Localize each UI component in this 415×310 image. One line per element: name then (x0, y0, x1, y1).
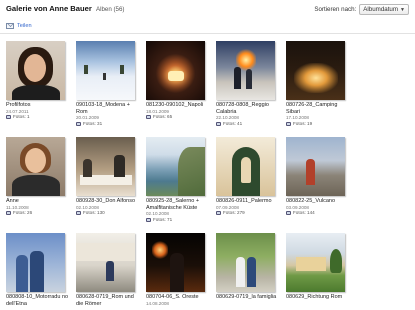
gallery-header: Galerie von Anne Bauer Alben (56) Sortie… (6, 4, 409, 18)
sort-label: Sortieren nach: (314, 6, 357, 13)
album-name[interactable]: 080704-06_S. Oreste (146, 294, 212, 301)
album-thumbnail[interactable] (216, 41, 275, 100)
album-card[interactable]: 080629_Richtung Rom (286, 233, 350, 301)
album-card[interactable]: 080726-28_Camping Sibari 17.10.2008 Foto… (286, 41, 350, 127)
album-thumbnail[interactable] (146, 41, 205, 100)
album-photo-count: Fotos: 26 (6, 210, 70, 216)
sort-select[interactable]: Albumdatum ▼ (359, 4, 409, 15)
album-thumbnail[interactable] (286, 137, 345, 196)
gallery-title: Galerie von Anne Bauer (6, 4, 92, 13)
photo-icon (146, 217, 151, 222)
photo-count-text: Fotos: 19 (293, 120, 313, 126)
photo-icon (216, 211, 221, 216)
chevron-down-icon: ▼ (400, 6, 405, 13)
page-title: Galerie von Anne Bauer Alben (56) (6, 4, 125, 13)
album-photo-count: Fotos: 19 (286, 121, 350, 127)
photo-count-text: Fotos: 130 (83, 210, 105, 216)
sort-control: Sortieren nach: Albumdatum ▼ (314, 4, 409, 15)
album-card[interactable]: 080925-28_Salerno + Amalfitanische Küste… (146, 137, 210, 223)
photo-icon (76, 121, 81, 126)
photo-icon (76, 211, 81, 216)
header-divider (0, 33, 415, 34)
album-name[interactable]: 080726-28_Camping Sibari (286, 102, 352, 115)
photo-icon (6, 211, 11, 216)
share-label: Teilen (17, 23, 32, 29)
album-name[interactable]: 080808-10_Motorradu no dell'Etna (6, 294, 72, 307)
photo-count-text: Fotos: 279 (223, 210, 245, 216)
album-date: 14.08.2008 (146, 300, 169, 306)
album-name[interactable]: 080826-0911_Palermo (216, 198, 282, 205)
album-card[interactable]: 080628-0719_Rom und die Römer (76, 233, 140, 307)
album-name[interactable]: 090103-18_Modena + Rom (76, 102, 142, 115)
album-photo-count: Fotos: 130 (76, 210, 140, 216)
album-thumbnail[interactable] (216, 137, 275, 196)
photo-count-text: Fotos: 144 (293, 210, 315, 216)
album-card[interactable]: 080728-0808_Reggio Calabria 22.10.2008 F… (216, 41, 280, 127)
album-card[interactable]: 090103-18_Modena + Rom 20.01.2009 Fotos:… (76, 41, 140, 127)
photo-count-text: Fotos: 26 (13, 210, 33, 216)
album-card[interactable]: 080928-30_Don Alfonso 02.10.2008 Fotos: … (76, 137, 140, 216)
album-thumbnail[interactable] (146, 137, 205, 196)
album-card[interactable]: 080822-25_Vulcano 03.09.2008 Fotos: 144 (286, 137, 350, 216)
photo-icon (286, 121, 291, 126)
album-name[interactable]: 080728-0808_Reggio Calabria (216, 102, 282, 115)
album-thumbnail[interactable] (6, 41, 65, 100)
photo-icon (216, 121, 221, 126)
album-name[interactable]: Anne (6, 198, 72, 205)
album-photo-count: Fotos: 65 (146, 114, 210, 120)
photo-count-text: Fotos: 65 (153, 114, 173, 120)
photo-count-text: Fotos: 71 (153, 216, 173, 222)
photo-icon (6, 115, 11, 120)
album-name[interactable]: 080928-30_Don Alfonso (76, 198, 142, 205)
album-name[interactable]: 080925-28_Salerno + Amalfitanische Küste (146, 198, 212, 211)
album-card[interactable]: 080629-0719_la famiglia (216, 233, 280, 301)
photo-count-text: Fotos: 1 (13, 114, 30, 120)
album-thumbnail[interactable] (6, 233, 65, 292)
album-name[interactable]: 080822-25_Vulcano (286, 198, 352, 205)
album-card[interactable]: 080826-0911_Palermo 07.09.2008 Fotos: 27… (216, 137, 280, 216)
album-card[interactable]: Profilfotos 24.07.2011 Fotos: 1 (6, 41, 70, 120)
album-count: Alben (56) (95, 6, 125, 13)
album-name[interactable]: 080629-0719_la famiglia (216, 294, 282, 301)
album-thumbnail[interactable] (6, 137, 65, 196)
album-thumbnail[interactable] (76, 233, 135, 292)
album-photo-count: Fotos: 41 (216, 121, 280, 127)
album-photo-count: Fotos: 279 (216, 210, 280, 216)
envelope-icon (6, 23, 14, 29)
album-thumbnail[interactable] (76, 41, 135, 100)
album-thumbnail[interactable] (286, 233, 345, 292)
album-card[interactable]: Anne 11.10.2008 Fotos: 26 (6, 137, 70, 216)
album-photo-count: Fotos: 71 (146, 217, 210, 223)
album-photo-count: Fotos: 1 (6, 114, 70, 120)
sort-select-value: Albumdatum (363, 6, 399, 13)
photo-count-text: Fotos: 41 (223, 120, 243, 126)
album-name[interactable]: 080629_Richtung Rom (286, 294, 352, 301)
share-link[interactable]: Teilen (6, 23, 32, 29)
album-photo-count: Fotos: 31 (76, 121, 140, 127)
album-name[interactable]: 080628-0719_Rom und die Römer (76, 294, 142, 307)
album-thumbnail[interactable] (286, 41, 345, 100)
album-card[interactable]: 080808-10_Motorradu no dell'Etna (6, 233, 70, 307)
album-thumbnail[interactable] (76, 137, 135, 196)
album-photo-count: Fotos: 144 (286, 210, 350, 216)
album-card[interactable]: 081230-090102_Napoli 18.01.2009 Fotos: 6… (146, 41, 210, 120)
album-thumbnail[interactable] (216, 233, 275, 292)
album-name[interactable]: Profilfotos (6, 102, 72, 109)
album-card[interactable]: 080704-06_S. Oreste 14.08.2008 (146, 233, 210, 306)
photo-icon (286, 211, 291, 216)
photo-icon (146, 115, 151, 120)
album-name[interactable]: 081230-090102_Napoli (146, 102, 212, 109)
album-thumbnail[interactable] (146, 233, 205, 292)
photo-count-text: Fotos: 31 (83, 120, 103, 126)
